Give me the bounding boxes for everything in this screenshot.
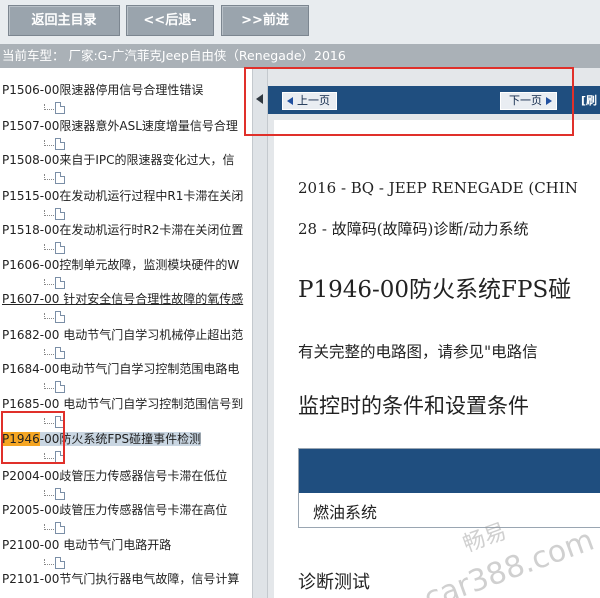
tree-item[interactable]: P1518-00在发动机运行时R2卡滞在关闭位置 <box>0 220 243 240</box>
tree-item-label[interactable]: P2005-00歧管压力传感器信号卡滞在高位 <box>2 503 227 517</box>
doc-breadcrumb-vehicle: 2016 - BQ - JEEP RENEGADE (CHIN <box>298 179 578 197</box>
tree-item[interactable]: P1684-00电动节气门自学习控制范围电路电 <box>0 359 239 379</box>
tree-item[interactable]: P1506-00限速器停用信号合理性错误 <box>0 80 203 100</box>
tree-item[interactable]: P1508-00来自于IPC的限速器变化过大，信 <box>0 150 235 170</box>
document-icon <box>55 557 65 569</box>
tree-connector <box>44 104 54 110</box>
tree-item-label[interactable]: P2100-00 电动节气门电路开路 <box>2 538 171 552</box>
tree-item-label[interactable]: P1685-00 电动节气门自学习控制范围信号到 <box>2 397 243 411</box>
tree-item-label[interactable]: P1506-00限速器停用信号合理性错误 <box>2 83 203 97</box>
tree-connector <box>44 453 54 459</box>
table-cell: 燃油系统 <box>313 503 378 522</box>
tree-item-label[interactable]: P1515-00在发动机运行过程中R1卡滞在关闭 <box>2 189 243 203</box>
document-icon <box>55 138 65 150</box>
document-icon <box>55 416 65 428</box>
back-button[interactable]: <<后退- <box>126 5 214 36</box>
vehicle-info-bar: 当前车型： 厂家:G-广汽菲克Jeep自由侠（Renegade）2016 <box>0 44 600 68</box>
document-icon <box>55 381 65 393</box>
wiring-note: 有关完整的电路图，请参见"电路信 <box>298 343 538 361</box>
tree-connector <box>44 244 54 250</box>
document-icon <box>55 102 65 114</box>
page-nav-bar: 上一页 下一页 [刷 <box>268 86 600 114</box>
arrow-right-icon <box>546 97 552 105</box>
refresh-link[interactable]: [刷 <box>581 92 597 110</box>
tree-item-label[interactable]: P1606-00控制单元故障，监测模块硬件的W <box>2 258 239 272</box>
dtc-tree-panel[interactable]: P1506-00限速器停用信号合理性错误 P1507-00限速器意外ASL速度增… <box>0 68 252 598</box>
tree-item-label[interactable]: -00防火系统FPS碰撞事件检测 <box>39 432 202 446</box>
previous-page-button[interactable]: 上一页 <box>282 92 337 110</box>
tree-item-label[interactable]: P1682-00 电动节气门自学习机械停止超出范 <box>2 328 243 342</box>
document-icon <box>55 488 65 500</box>
tree-connector <box>44 418 54 424</box>
document-icon <box>55 172 65 184</box>
table-header <box>299 449 600 493</box>
tree-item[interactable]: P1682-00 电动节气门自学习机械停止超出范 <box>0 325 243 345</box>
home-button[interactable]: 返回主目录 <box>8 5 120 36</box>
tree-connector <box>44 349 54 355</box>
document-icon <box>55 277 65 289</box>
document-icon <box>55 347 65 359</box>
previous-page-label: 上一页 <box>297 94 330 107</box>
tree-item-label[interactable]: P1507-00限速器意外ASL速度增量信号合理 <box>2 119 238 133</box>
top-toolbar: 返回主目录 <<后退- >>前进 <box>0 0 600 44</box>
tree-item-label[interactable]: P1684-00电动节气门自学习控制范围电路电 <box>2 362 239 376</box>
tree-item-label[interactable]: P1508-00来自于IPC的限速器变化过大，信 <box>2 153 235 167</box>
highlighted-code[interactable]: P1946 <box>2 432 40 446</box>
document-viewer: 上一页 下一页 [刷 2016 - BQ - JEEP RENEGADE (CH… <box>268 68 600 598</box>
tree-connector <box>44 524 54 530</box>
tree-item-label[interactable]: P1518-00在发动机运行时R2卡滞在关闭位置 <box>2 223 243 237</box>
section-heading: 监控时的条件和设置条件 <box>298 394 529 418</box>
arrow-left-icon <box>287 97 293 105</box>
document-icon <box>55 451 65 463</box>
tree-connector <box>44 313 54 319</box>
tree-item-label[interactable]: P1607-00 针对安全信号合理性故障的氧传感 <box>2 292 243 306</box>
tree-item[interactable]: P1507-00限速器意外ASL速度增量信号合理 <box>0 116 238 136</box>
document-icon <box>55 208 65 220</box>
tree-connector <box>44 490 54 496</box>
doc-breadcrumb-section: 28 - 故障码(故障码)诊断/动力系统 <box>298 220 529 238</box>
tree-connector <box>44 559 54 565</box>
tree-item-label[interactable]: P2004-00歧管压力传感器信号卡滞在低位 <box>2 469 227 483</box>
document-page: 2016 - BQ - JEEP RENEGADE (CHIN 28 - 故障码… <box>274 120 600 598</box>
tree-item-selected[interactable]: P1946-00防火系统FPS碰撞事件检测 <box>0 429 202 449</box>
document-icon <box>55 522 65 534</box>
doc-title: P1946-00防火系统FPS碰 <box>298 277 572 303</box>
tree-connector <box>44 140 54 146</box>
next-page-label: 下一页 <box>509 94 542 107</box>
tree-connector <box>44 174 54 180</box>
document-icon <box>55 311 65 323</box>
tree-item[interactable]: P1515-00在发动机运行过程中R1卡滞在关闭 <box>0 186 243 206</box>
next-page-button[interactable]: 下一页 <box>500 92 557 110</box>
tree-connector <box>44 210 54 216</box>
forward-button[interactable]: >>前进 <box>221 5 309 36</box>
panel-splitter[interactable] <box>252 68 268 598</box>
conditions-table: 燃油系统 <box>298 448 600 528</box>
tree-item[interactable]: P2004-00歧管压力传感器信号卡滞在低位 <box>0 466 227 486</box>
tree-item[interactable]: P2101-00节气门执行器电气故障，信号计算 <box>0 569 239 589</box>
tree-item[interactable]: P2005-00歧管压力传感器信号卡滞在高位 <box>0 500 227 520</box>
tree-item-label[interactable]: P2101-00节气门执行器电气故障，信号计算 <box>2 572 239 586</box>
tree-item[interactable]: P1606-00控制单元故障，监测模块硬件的W <box>0 255 239 275</box>
tree-item[interactable]: P2100-00 电动节气门电路开路 <box>0 535 171 555</box>
tree-connector <box>44 279 54 285</box>
diagnostic-test-heading: 诊断测试 <box>298 572 370 593</box>
document-icon <box>55 242 65 254</box>
collapse-arrow-icon[interactable] <box>256 94 263 104</box>
tree-item[interactable]: P1685-00 电动节气门自学习控制范围信号到 <box>0 394 243 414</box>
tree-connector <box>44 383 54 389</box>
tree-item[interactable]: P1607-00 针对安全信号合理性故障的氧传感 <box>0 289 243 309</box>
